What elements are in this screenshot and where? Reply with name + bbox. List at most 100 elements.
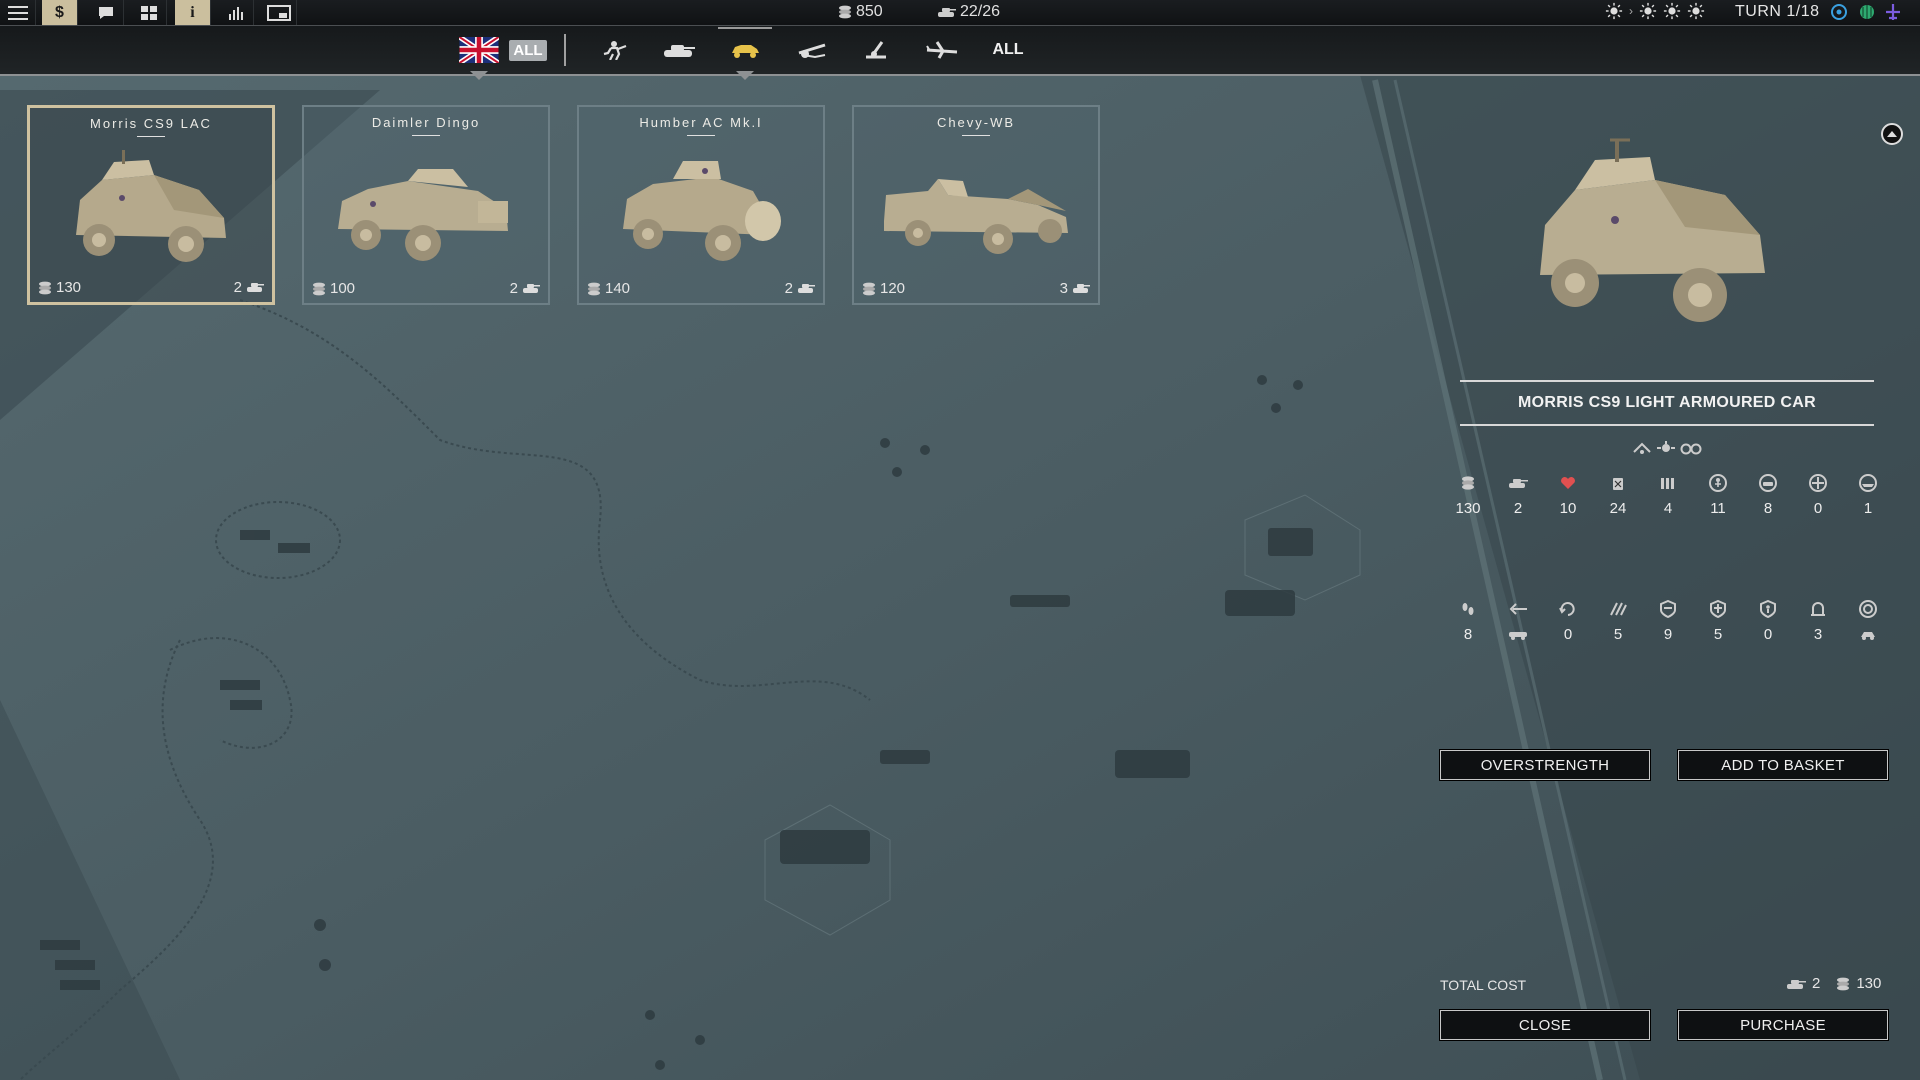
anti-air-icon [866,41,886,59]
recon-trait-icon [1633,442,1651,454]
stat-ammo: 4 [1643,472,1693,518]
divider [137,136,165,137]
statistics-button[interactable] [218,0,254,25]
unit-card-name: Chevy-WB [936,115,1016,130]
union-jack-icon [459,37,499,63]
overstrength-button[interactable]: OVERSTRENGTH [1439,749,1651,781]
reload-icon [1559,602,1575,616]
stat-spotting: 5 [1593,598,1643,644]
bar-chart-icon [228,6,243,20]
footprints-icon [1462,603,1474,615]
unit-card[interactable]: Chevy-WB 120 3 [852,105,1100,305]
filter-artillery[interactable] [791,32,833,68]
unit-preview-image [1540,138,1765,322]
unit-slots-value: 2 [233,279,242,296]
unit-card[interactable]: Daimler Dingo 100 2 [302,105,550,305]
faction-all-button[interactable]: ALL [508,32,548,68]
stat-fuel: 24 [1593,472,1643,518]
stat-naval-attack: 1 [1843,472,1893,518]
filter-all-label: ALL [992,41,1024,58]
unit-slots-value: 2 [509,280,518,297]
stat-value: 9 [1663,626,1673,643]
stat-value: 8 [1763,500,1773,517]
unit-cost: 100 [312,280,355,297]
unit-card-name: Daimler Dingo [371,115,481,130]
divider [962,135,990,136]
filter-anti-air[interactable] [856,32,898,68]
stat-air-attack: 0 [1793,472,1843,518]
overview-button[interactable] [131,0,167,25]
armoured-car-icon [732,45,759,58]
unit-slots: 2 [510,280,540,297]
sun-icon [1663,2,1681,20]
unit-cost-value: 140 [605,280,631,297]
move-type-icon [1509,603,1527,615]
unit-slots: 3 [1060,280,1090,297]
close-button[interactable]: CLOSE [1439,1009,1651,1041]
stat-value: 5 [1613,626,1623,643]
mobility-trait-icon [1657,441,1675,452]
stat-value: 8 [1463,626,1473,643]
unit-slots-value: 2 [784,280,793,297]
faction-uk-flag[interactable] [458,32,500,80]
stat-value: 0 [1813,500,1823,517]
top-bar: $ i 850 22/26 › TURN 1/18 [0,0,1920,34]
divider [687,135,715,136]
coin-stack-icon [588,282,600,295]
dollar-icon: $ [55,3,64,21]
info-icon: i [190,3,195,21]
filter-tanks[interactable] [658,32,700,68]
unit-card[interactable]: Morris CS9 LAC 130 2 [27,105,275,305]
infantry-icon [603,41,627,60]
shield-icon [1660,600,1676,618]
money-value: 850 [856,3,883,20]
unit-cost-value: 100 [330,280,356,297]
plane-icon[interactable] [1884,3,1902,21]
filter-infantry[interactable] [593,32,635,68]
coin-stack-icon [1462,476,1474,490]
target-icon [1859,600,1877,618]
minimap-icon [266,4,291,21]
purchase-button[interactable]: PURCHASE [1677,1009,1889,1041]
filter-aircraft[interactable] [921,32,963,68]
heart-icon [1561,477,1575,489]
wheeled-icon [1861,632,1875,640]
stat-slots: 2 [1493,472,1543,518]
shield-plane-icon [1710,600,1726,618]
globe-icon[interactable] [1858,3,1876,21]
total-slots-value: 2 [1812,975,1821,992]
add-to-basket-button[interactable]: ADD TO BASKET [1677,749,1889,781]
coin-stack-icon [39,281,51,294]
caret-icon [470,71,488,80]
tank-icon [664,45,695,57]
stat-value: 0 [1563,626,1573,643]
stat-cost: 130 [1443,472,1493,518]
minimap-button[interactable] [261,0,297,25]
collapse-up-icon[interactable] [1880,122,1904,146]
money-display: 850 [838,3,883,21]
shield-infantry-icon [1760,600,1776,618]
stat-movement: 8 [1443,598,1493,644]
filter-bar: ALL ALL [0,26,1920,80]
purchase-menu-button[interactable]: $ [42,0,78,25]
weather-forecast: › [1605,2,1705,20]
info-button[interactable]: i [175,0,211,25]
chat-bubble-icon [98,6,113,19]
filter-all-categories[interactable]: ALL [986,32,1030,68]
armoured-car-image [623,161,781,261]
stat-close-defense: 0 [1743,598,1793,644]
coin-stack-icon [839,5,851,19]
messages-button[interactable] [88,0,124,25]
menu-button[interactable] [0,0,36,25]
ammo-icon [1661,478,1674,489]
wheeled-icon [1509,632,1527,640]
stat-value: 1 [1863,500,1873,517]
target-icon[interactable] [1830,3,1848,21]
air-attack-icon [1809,474,1827,492]
tank-icon [1073,284,1090,293]
stats-row-primary: 130 2 10 24 4 11 8 0 1 [1443,472,1903,518]
filter-recon[interactable] [716,27,774,80]
unit-card[interactable]: Humber AC Mk.I 140 2 [577,105,825,305]
stat-soft-attack: 11 [1693,472,1743,518]
stat-value: 4 [1663,500,1673,517]
